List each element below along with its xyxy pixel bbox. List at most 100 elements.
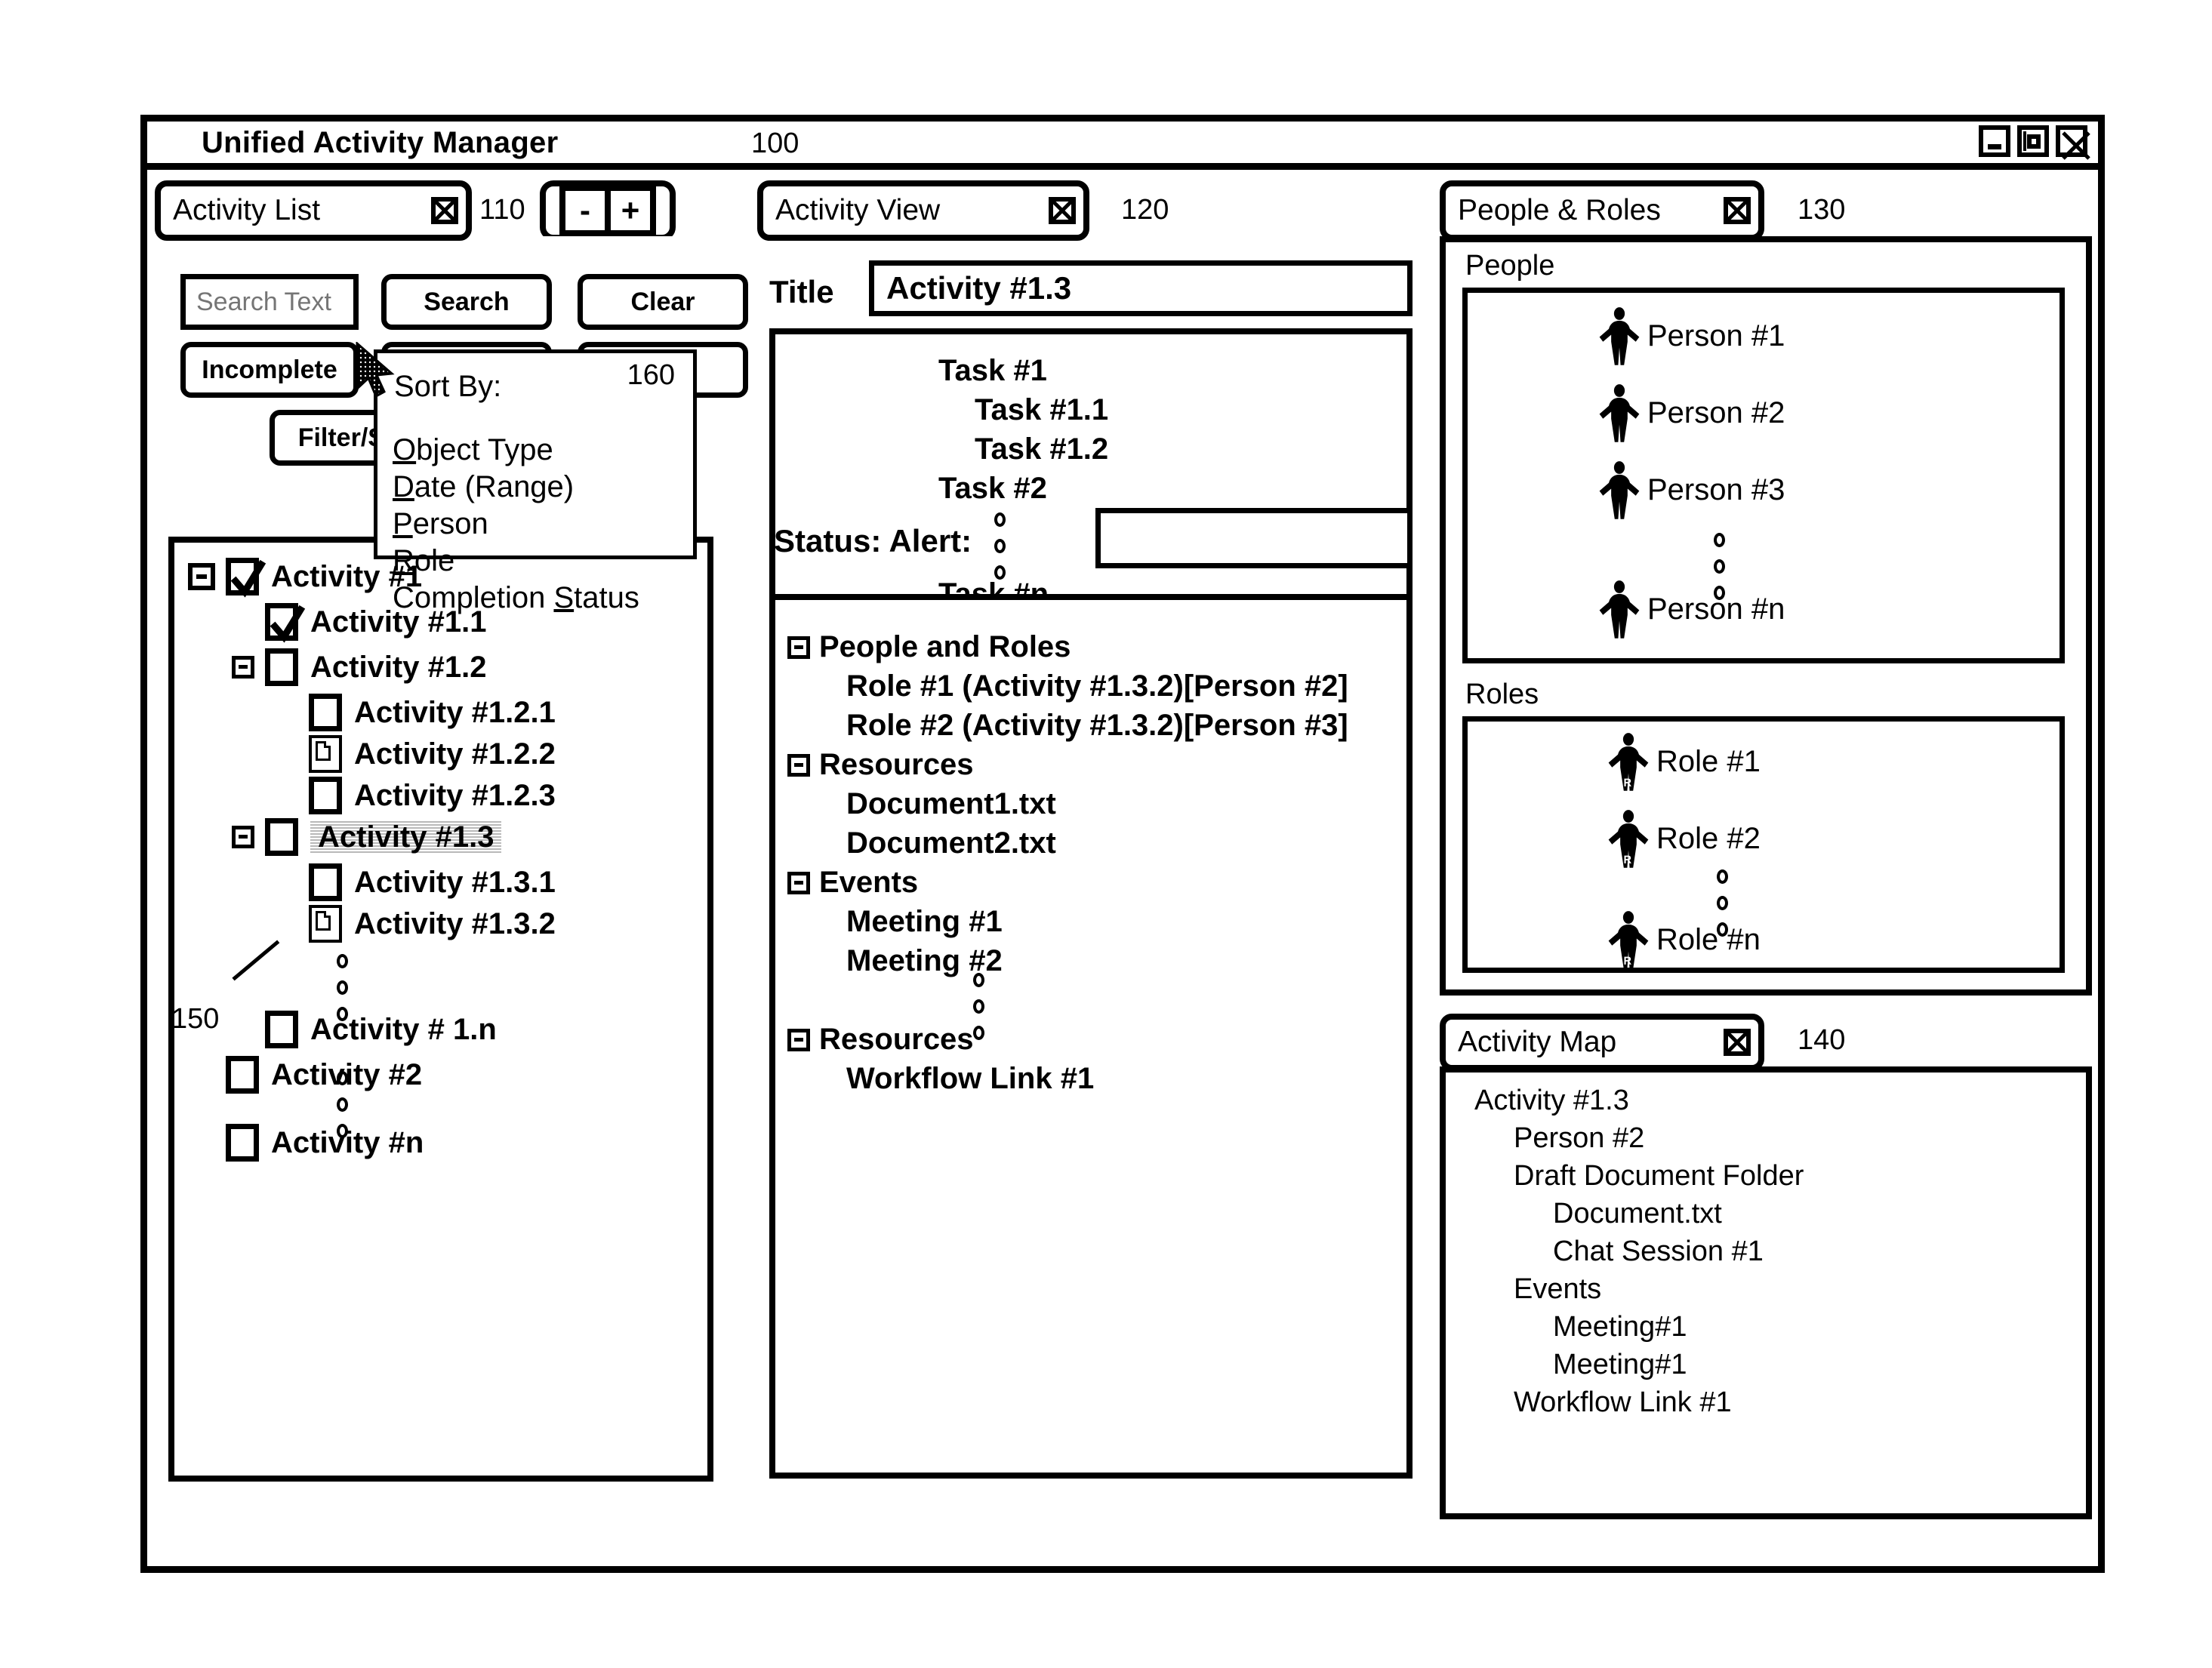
roles-list: R Role #1 R Role #2 R Role #n <box>1468 722 2060 969</box>
checkbox[interactable] <box>309 863 342 901</box>
checkbox[interactable] <box>226 558 266 598</box>
menu-item[interactable]: Role <box>393 543 639 580</box>
list-item[interactable]: Person #2 <box>1596 383 1785 442</box>
alert-field[interactable] <box>1095 508 1413 568</box>
zoom-out-button[interactable]: - <box>565 191 611 230</box>
expand-collapse-toggle-icon[interactable] <box>232 826 254 848</box>
role-name: Role #1 <box>1656 744 1761 778</box>
zoom-stepper[interactable]: - + <box>540 180 676 241</box>
map-item[interactable]: Chat Session #1 <box>1553 1236 1764 1268</box>
reference-numeral-120: 120 <box>1121 194 1169 226</box>
checkbox[interactable] <box>309 735 342 773</box>
checkbox[interactable] <box>226 1124 259 1162</box>
checkbox[interactable] <box>309 905 342 943</box>
checkbox[interactable] <box>309 777 342 814</box>
tree-row[interactable]: Role #1 (Activity #1.3.2)[Person #2] <box>846 669 1348 703</box>
close-icon[interactable] <box>1724 1029 1751 1056</box>
menu-item[interactable]: Object Type <box>393 432 639 469</box>
role-person-icon: R <box>1605 910 1652 969</box>
expand-collapse-toggle-icon[interactable] <box>188 563 215 590</box>
menu-item[interactable]: Date (Range) <box>393 469 639 506</box>
list-item[interactable]: Activity #1 <box>188 558 422 598</box>
incomplete-button[interactable]: Incomplete <box>180 342 359 398</box>
list-item[interactable]: Activity #1.3.2 <box>276 905 556 943</box>
map-item[interactable]: Activity #1.3 <box>1474 1085 1629 1117</box>
reference-numeral-150: 150 <box>171 1003 220 1035</box>
expand-collapse-toggle-icon[interactable] <box>787 871 810 894</box>
tree-row[interactable]: Resources <box>787 1023 974 1057</box>
roles-list-box[interactable]: R Role #1 R Role #2 R Role #n <box>1462 716 2065 973</box>
list-item[interactable]: Activity #1.2 <box>232 648 486 686</box>
list-item[interactable]: R Role #n <box>1605 910 1761 969</box>
close-icon[interactable] <box>431 197 458 224</box>
list-item[interactable]: Activity #1.3.1 <box>276 863 556 901</box>
checkbox[interactable] <box>226 1056 259 1094</box>
list-item[interactable]: R Role #2 <box>1605 809 1761 868</box>
search-input[interactable] <box>180 274 359 330</box>
sort-by-menu[interactable]: Sort By: 160 Object Type Date (Range) Pers… <box>374 349 697 614</box>
reference-numeral-140: 140 <box>1798 1024 1846 1056</box>
checkbox[interactable] <box>265 603 306 643</box>
tab-activity-view[interactable]: Activity View <box>757 180 1089 241</box>
tree-row[interactable]: Meeting #1 <box>846 905 1003 939</box>
title-field[interactable]: Activity #1.3 <box>869 260 1413 316</box>
list-item[interactable]: Activity #1.2.2 <box>276 735 556 773</box>
list-item[interactable]: Person #n <box>1596 580 1785 639</box>
role-person-icon: R <box>1605 732 1652 791</box>
menu-item[interactable]: Completion Status <box>393 580 639 617</box>
tree-row[interactable]: Events <box>787 866 918 900</box>
person-icon <box>1596 383 1643 442</box>
activity-tree[interactable]: Activity #1 Activity #1.1 Activity #1.2 Act… <box>174 543 707 1476</box>
close-icon[interactable] <box>2056 125 2090 160</box>
list-item[interactable]: Activity #1.2.1 <box>276 694 556 731</box>
ellipsis-dot <box>1714 586 1725 600</box>
list-item[interactable]: Activity # 1.n <box>232 1011 497 1048</box>
list-item[interactable]: R Role #1 <box>1605 732 1761 791</box>
people-group-label: People <box>1465 250 1555 282</box>
tab-activity-list[interactable]: Activity List <box>155 180 472 241</box>
ellipsis-dot <box>1717 896 1728 910</box>
zoom-in-button[interactable]: + <box>611 191 650 230</box>
menu-item[interactable]: Person <box>393 506 639 543</box>
tree-row[interactable]: People and Roles <box>787 630 1071 664</box>
tab-activity-map[interactable]: Activity Map <box>1440 1014 1764 1071</box>
list-item[interactable]: Activity #1.3 <box>232 818 502 856</box>
checkbox[interactable] <box>265 818 298 856</box>
map-item[interactable]: Draft Document Folder <box>1514 1160 1804 1193</box>
tree-row[interactable]: Document2.txt <box>846 826 1056 860</box>
list-item[interactable]: Person #1 <box>1596 306 1785 365</box>
map-item[interactable]: Workflow Link #1 <box>1514 1386 1732 1419</box>
close-icon[interactable] <box>1724 197 1751 224</box>
task-item: Task #1.2 <box>975 432 1109 466</box>
close-icon[interactable] <box>1049 197 1076 224</box>
minimize-icon[interactable] <box>1979 125 2010 157</box>
people-list-box[interactable]: Person #1 Person #2 Person #3 Person #n <box>1462 288 2065 663</box>
expand-collapse-toggle-icon[interactable] <box>787 753 810 777</box>
list-item[interactable]: Person #3 <box>1596 460 1785 519</box>
list-item[interactable]: Activity #2 <box>188 1056 422 1094</box>
list-item[interactable]: Activity #1.2.3 <box>276 777 556 814</box>
map-item[interactable]: Meeting#1 <box>1553 1311 1687 1343</box>
clear-button[interactable]: Clear <box>578 274 748 330</box>
tree-row[interactable]: Document1.txt <box>846 787 1056 821</box>
tree-row[interactable]: Resources <box>787 748 974 782</box>
tab-people-roles[interactable]: People & Roles <box>1440 180 1764 241</box>
map-item[interactable]: Meeting#1 <box>1553 1349 1687 1381</box>
checkbox[interactable] <box>309 694 342 731</box>
document-icon <box>316 911 331 931</box>
activity-map-tree[interactable]: Activity #1.3 Person #2 Draft Document Fol… <box>1446 1073 2086 1513</box>
expand-collapse-toggle-icon[interactable] <box>787 636 810 659</box>
search-button[interactable]: Search <box>381 274 552 330</box>
checkbox[interactable] <box>265 1011 298 1048</box>
tree-row[interactable]: Role #2 (Activity #1.3.2)[Person #3] <box>846 709 1348 743</box>
activity-detail-tree[interactable]: People and Roles Role #1 (Activity #1.3.2… <box>775 600 1406 1473</box>
checkbox[interactable] <box>265 648 298 686</box>
tree-row[interactable]: Workflow Link #1 <box>846 1062 1094 1096</box>
expand-collapse-toggle-icon[interactable] <box>787 1028 810 1051</box>
expand-collapse-toggle-icon[interactable] <box>232 656 254 679</box>
map-item[interactable]: Person #2 <box>1514 1122 1644 1155</box>
map-item[interactable]: Document.txt <box>1553 1198 1722 1230</box>
map-item[interactable]: Events <box>1514 1273 1601 1306</box>
list-item[interactable]: Activity #n <box>188 1124 424 1162</box>
maximize-icon[interactable] <box>2017 125 2049 157</box>
